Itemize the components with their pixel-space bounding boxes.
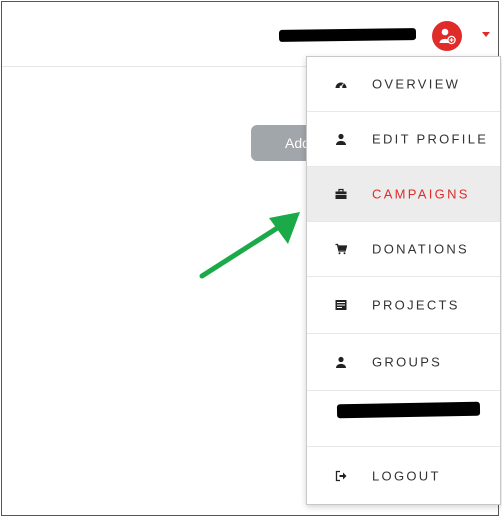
menu-item-label: EDIT PROFILE <box>372 131 489 147</box>
menu-item-label: DONATIONS <box>372 241 470 257</box>
menu-item-groups[interactable]: GROUPS <box>307 334 500 391</box>
screenshot-frame: Add OVERVIEW EDIT PROFILE CAMPAIGNS DONA… <box>1 1 501 516</box>
menu-item-label: CAMPAIGNS <box>372 186 470 202</box>
briefcase-icon <box>335 188 347 199</box>
caret-down-icon[interactable] <box>482 32 490 37</box>
menu-item-label: OVERVIEW <box>372 76 461 92</box>
menu-item-label: LOGOUT <box>372 468 441 483</box>
menu-item-label: PROJECTS <box>372 297 460 313</box>
menu-item-edit-profile[interactable]: EDIT PROFILE <box>307 112 500 167</box>
menu-item-label: GROUPS <box>372 354 443 370</box>
menu-item-donations[interactable]: DONATIONS <box>307 222 500 277</box>
user-icon <box>336 356 346 368</box>
dashboard-icon <box>335 82 347 89</box>
user-dropdown-menu: OVERVIEW EDIT PROFILE CAMPAIGNS DONATION… <box>306 56 501 505</box>
redacted-user-name <box>278 28 417 42</box>
cart-icon <box>335 243 347 255</box>
user-add-icon <box>439 28 456 45</box>
menu-item-redacted[interactable] <box>307 391 500 447</box>
menu-item-projects[interactable]: PROJECTS <box>307 277 500 334</box>
logout-icon <box>335 470 347 481</box>
menu-item-campaigns[interactable]: CAMPAIGNS <box>307 167 500 222</box>
menu-item-overview[interactable]: OVERVIEW <box>307 57 500 112</box>
user-icon <box>336 133 346 145</box>
green-arrow-annotation <box>199 212 300 279</box>
avatar[interactable] <box>432 21 462 51</box>
list-icon <box>335 300 347 310</box>
menu-item-logout[interactable]: LOGOUT <box>307 447 500 504</box>
redacted-menu-label <box>336 401 481 419</box>
add-button[interactable]: Add <box>251 125 313 161</box>
